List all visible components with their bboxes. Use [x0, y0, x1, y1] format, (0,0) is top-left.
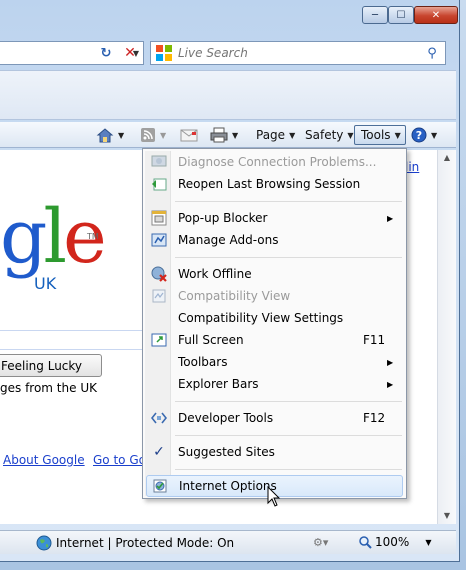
region-label: UK — [34, 274, 57, 293]
caption-buttons: ─ ☐ ✕ — [362, 6, 458, 24]
home-icon — [96, 128, 114, 143]
work-offline-icon — [151, 266, 167, 282]
menu-item-compatibility-view-settings[interactable]: Compatibility View Settings — [146, 307, 403, 329]
menu-item-label: Toolbars — [178, 355, 228, 369]
go-to-google-link[interactable]: Go to Go — [93, 453, 146, 467]
developer-tools-icon — [151, 412, 167, 424]
addons-icon — [151, 233, 167, 247]
magnifier-icon — [359, 536, 372, 549]
search-icon[interactable]: ⚲ — [419, 46, 445, 61]
menu-item-work-offline[interactable]: Work Offline — [146, 263, 403, 285]
command-bar: ▼ ▼ ▼ Page ▼ Safety ▼ Tools ▼ ? ▼ — [0, 122, 456, 148]
menu-separator — [175, 469, 402, 470]
fullscreen-icon — [151, 333, 167, 347]
menu-item-explorer-bars[interactable]: Explorer Bars ▶ — [146, 373, 403, 395]
menu-separator — [175, 401, 402, 402]
menu-item-label: Reopen Last Browsing Session — [178, 177, 361, 191]
printer-icon — [210, 127, 228, 143]
svg-text:?: ? — [416, 129, 422, 142]
divider — [0, 330, 144, 331]
menu-item-manage-add-ons[interactable]: Manage Add-ons — [146, 229, 403, 251]
mail-icon — [180, 129, 198, 142]
stop-icon[interactable]: ✕ — [118, 41, 142, 65]
tools-menu-label: Tools — [361, 128, 391, 142]
internet-options-icon — [153, 479, 167, 493]
tools-dropdown-menu: Diagnose Connection Problems... Reopen L… — [142, 148, 407, 499]
rss-icon — [141, 128, 155, 142]
feeling-lucky-button[interactable]: Feeling Lucky — [0, 354, 102, 377]
home-button[interactable]: ▼ — [96, 125, 124, 145]
tab-strip — [0, 70, 456, 120]
trademark: TM — [87, 232, 99, 241]
menu-item-label: Pop-up Blocker — [178, 211, 268, 225]
mail-button[interactable] — [180, 125, 198, 145]
search-input[interactable] — [174, 46, 419, 60]
menu-item-label: Compatibility View Settings — [178, 311, 344, 325]
print-button[interactable]: ▼ — [210, 125, 238, 145]
menu-item-suggested-sites[interactable]: ✓ Suggested Sites — [146, 441, 403, 463]
refresh-icon[interactable]: ↻ — [94, 41, 118, 65]
about-google-link[interactable]: About Google — [3, 453, 85, 467]
menu-item-toolbars[interactable]: Toolbars ▶ — [146, 351, 403, 373]
safety-menu-label: Safety — [305, 128, 344, 142]
search-box: ⚲ — [150, 41, 446, 65]
submenu-arrow-icon: ▶ — [387, 379, 394, 389]
vertical-scrollbar[interactable]: ▲ ▼ — [437, 150, 456, 524]
safety-menu[interactable]: Safety ▼ — [305, 125, 354, 145]
mouse-pointer-icon — [267, 486, 281, 507]
protected-mode-icon[interactable]: ⚙▾ — [313, 536, 328, 549]
menu-item-shortcut: F12 — [363, 411, 386, 425]
popup-blocker-icon — [151, 210, 167, 226]
menu-item-label: Diagnose Connection Problems... — [178, 155, 377, 169]
menu-item-label: Work Offline — [178, 267, 252, 281]
compatibility-view-icon — [152, 289, 166, 303]
windows-live-icon — [156, 45, 172, 61]
menu-item-label: Internet Options — [179, 479, 277, 493]
logo-letter-l: l — [43, 194, 67, 280]
close-button[interactable]: ✕ — [414, 6, 458, 24]
divider — [0, 349, 144, 350]
menu-item-reopen-last-browsing-session[interactable]: Reopen Last Browsing Session — [146, 173, 403, 195]
minimize-button[interactable]: ─ — [362, 6, 388, 24]
diagnose-icon — [151, 155, 167, 167]
security-zone[interactable]: Internet | Protected Mode: On — [36, 535, 234, 551]
globe-icon — [36, 535, 52, 551]
menu-item-label: Explorer Bars — [178, 377, 259, 391]
submenu-arrow-icon: ▶ — [387, 357, 394, 367]
scroll-up-arrow-icon[interactable]: ▲ — [438, 150, 456, 166]
tools-menu[interactable]: Tools ▼ — [354, 125, 406, 145]
menu-separator — [175, 201, 402, 202]
feeds-button[interactable]: ▼ — [140, 125, 166, 145]
menu-item-developer-tools[interactable]: Developer Tools F12 — [146, 407, 403, 429]
menu-item-label: Developer Tools — [178, 411, 274, 425]
help-button[interactable]: ? ▼ — [411, 125, 437, 145]
language-link[interactable]: lin — [405, 160, 419, 174]
menu-separator — [175, 435, 402, 436]
menu-separator — [175, 257, 402, 258]
help-icon: ? — [411, 127, 427, 143]
menu-item-diagnose-connection-problems[interactable]: Diagnose Connection Problems... — [146, 151, 403, 173]
menu-item-label: Compatibility View — [178, 289, 291, 303]
menu-item-shortcut: F11 — [363, 333, 386, 347]
checkmark-icon: ✓ — [153, 444, 165, 460]
menu-item-label: Suggested Sites — [178, 445, 275, 459]
menu-item-label: Manage Add-ons — [178, 233, 279, 247]
status-bar: Internet | Protected Mode: On ⚙▾ 100% ▼ — [0, 530, 456, 554]
page-menu-label: Page — [256, 128, 286, 142]
reopen-session-icon — [152, 178, 167, 191]
logo-letter-g: g — [0, 194, 47, 280]
submenu-arrow-icon: ▶ — [387, 213, 394, 223]
maximize-button[interactable]: ☐ — [388, 6, 414, 24]
menu-item-label: Full Screen — [178, 333, 244, 347]
pages-from-uk-option[interactable]: ges from the UK — [0, 381, 97, 395]
zoom-control[interactable]: 100% ▼ — [358, 535, 431, 549]
menu-item-full-screen[interactable]: Full Screen F11 — [146, 329, 403, 351]
menu-item-compatibility-view[interactable]: Compatibility View — [146, 285, 403, 307]
page-menu[interactable]: Page ▼ — [256, 125, 295, 145]
zoom-level: 100% — [375, 535, 410, 549]
chevron-down-icon[interactable]: ▼ — [425, 538, 431, 547]
menu-item-popup-blocker[interactable]: Pop-up Blocker ▶ — [146, 207, 403, 229]
zone-text: Internet | Protected Mode: On — [56, 536, 235, 550]
scroll-down-arrow-icon[interactable]: ▼ — [438, 508, 456, 524]
